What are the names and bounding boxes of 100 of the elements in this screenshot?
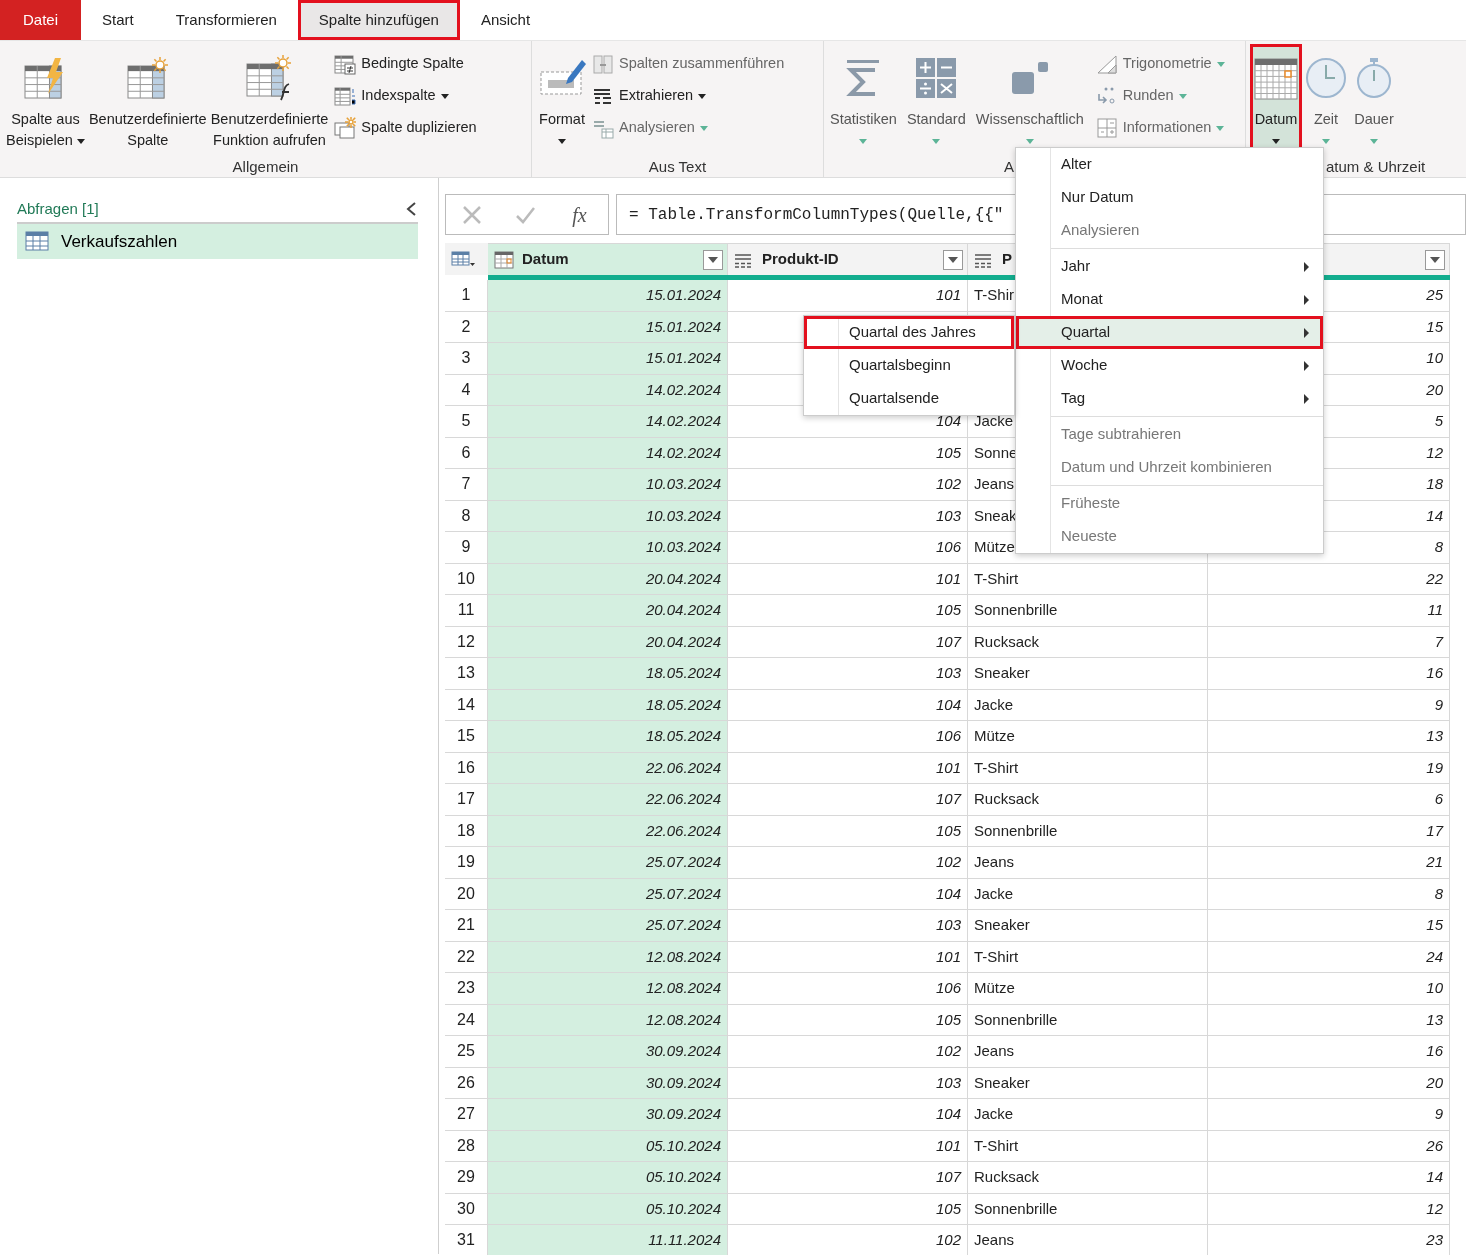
table-cell: 10.03.2024 xyxy=(488,469,728,501)
column-title: P xyxy=(1002,249,1012,270)
table-cell: 107 xyxy=(728,626,968,658)
group-label: A xyxy=(1004,157,1014,177)
table-cell: Jacke xyxy=(968,878,1208,910)
caret-icon xyxy=(859,138,868,144)
table-cell: Jeans xyxy=(968,847,1208,879)
table-cell: 7 xyxy=(1208,626,1450,658)
table-cell: 10 xyxy=(1208,973,1450,1005)
table-cell: Rucksack xyxy=(968,1162,1208,1194)
ribbon-button[interactable]: Format xyxy=(536,44,588,156)
caret-icon xyxy=(948,256,958,263)
column-filter-button[interactable] xyxy=(703,249,723,270)
ribbon-button[interactable]: Bedingte Spalte xyxy=(330,48,481,80)
table-cell: 25.07.2024 xyxy=(488,910,728,942)
ribbon-button[interactable]: Extrahieren xyxy=(588,80,789,112)
table-cell: 107 xyxy=(728,784,968,816)
submenu-arrow-icon xyxy=(1304,294,1309,305)
table-cell: 8 xyxy=(1208,878,1450,910)
table-cell: 23 xyxy=(1208,1225,1450,1255)
table-cell: 30.09.2024 xyxy=(488,1036,728,1068)
caret-icon xyxy=(1216,61,1225,67)
table-cell: 25.07.2024 xyxy=(488,878,728,910)
table-cell: 25.07.2024 xyxy=(488,847,728,879)
collapse-button[interactable] xyxy=(404,201,418,218)
table-cell: T-Shirt xyxy=(968,752,1208,784)
caret-icon xyxy=(699,125,708,131)
table-cell: Sonnenbrille xyxy=(968,1004,1208,1036)
column-filter-button[interactable] xyxy=(943,249,963,270)
table-cell: 107 xyxy=(728,1162,968,1194)
ribbon-tab[interactable]: Spalte hinzufügen xyxy=(297,0,460,40)
submenu-arrow-icon xyxy=(1304,393,1309,404)
table-cell: 15.01.2024 xyxy=(488,280,728,312)
table-cell: 13 xyxy=(1208,1004,1450,1036)
table-cell: 11 xyxy=(1208,595,1450,627)
ribbon-button[interactable]: Spalte aus Beispielen xyxy=(4,44,87,156)
ribbon-button[interactable]: Benutzerdefinierte Funktion aufrufen xyxy=(208,44,331,156)
column-header[interactable]: Datum xyxy=(488,243,728,275)
group-label: Allgemein xyxy=(232,157,299,177)
table-cell: 104 xyxy=(728,689,968,721)
table-cell: 16 xyxy=(1208,1036,1450,1068)
table-cell: 105 xyxy=(728,437,968,469)
merge-icon xyxy=(592,53,614,75)
table-cell: Rucksack xyxy=(968,784,1208,816)
table-cell: 106 xyxy=(728,532,968,564)
duplicate-icon xyxy=(334,117,357,139)
pane-title: Abfragen [1] xyxy=(17,199,99,219)
menu-item[interactable]: Nur Datum xyxy=(1016,181,1323,214)
table-cell: 105 xyxy=(728,1193,968,1225)
table-cell: 17 xyxy=(1208,815,1450,847)
table-cell: 05.10.2024 xyxy=(488,1193,728,1225)
query-item[interactable]: Verkaufszahlen xyxy=(17,223,418,259)
table-cell: 102 xyxy=(728,1225,968,1255)
table-cell: 104 xyxy=(728,878,968,910)
caret-icon xyxy=(1370,138,1378,144)
table-cell: 101 xyxy=(728,563,968,595)
table-cell: 20.04.2024 xyxy=(488,563,728,595)
table-cell: 21 xyxy=(1208,847,1450,879)
menu-item[interactable]: Quartalsbeginn xyxy=(804,349,1014,382)
table-cell: 30.09.2024 xyxy=(488,1099,728,1131)
info-grid-icon xyxy=(1095,117,1118,139)
table-cell: 101 xyxy=(728,941,968,973)
menu-item[interactable]: Jahr xyxy=(1016,250,1323,283)
table-cell: 24 xyxy=(1208,941,1450,973)
column-title: Datum xyxy=(522,249,569,270)
table-cell: 22.06.2024 xyxy=(488,752,728,784)
table-cell: 22.06.2024 xyxy=(488,815,728,847)
calculator-icon xyxy=(914,56,959,100)
table-cell: 103 xyxy=(728,1067,968,1099)
round-icon xyxy=(1095,85,1118,107)
submenu-arrow-icon xyxy=(1304,327,1309,338)
table-cell: 13 xyxy=(1208,721,1450,753)
table-cell: Jacke xyxy=(968,1099,1208,1131)
file-tab[interactable]: Datei xyxy=(0,0,81,40)
ribbon-button[interactable]: Spalte duplizieren xyxy=(330,112,481,144)
ribbon-button[interactable]: Indexspalte xyxy=(330,80,481,112)
table-cell: Jeans xyxy=(968,1225,1208,1255)
table-cell: 12.08.2024 xyxy=(488,1004,728,1036)
table-cell: 9 xyxy=(1208,1099,1450,1131)
table-cell: 19 xyxy=(1208,752,1450,784)
submenu-arrow-icon xyxy=(1304,261,1309,272)
menu-item[interactable]: Quartal xyxy=(1016,316,1323,349)
triangle-ruler-icon xyxy=(1095,53,1118,75)
table-formula-icon xyxy=(245,54,294,102)
table-cell: 12.08.2024 xyxy=(488,941,728,973)
table-cell: 05.10.2024 xyxy=(488,1130,728,1162)
function-button[interactable]: fx xyxy=(566,198,593,231)
table-cell: Sonnenbrille xyxy=(968,815,1208,847)
table-menu-button[interactable] xyxy=(445,243,488,275)
ribbon-button[interactable]: Benutzerdefinierte Spalte xyxy=(86,44,209,156)
column-header[interactable]: Produkt-ID xyxy=(728,243,968,275)
menu-item[interactable]: Quartal des Jahres xyxy=(804,316,1014,349)
table-cell: 15.01.2024 xyxy=(488,343,728,375)
table-cell: Jeans xyxy=(968,1036,1208,1068)
table-cell: 102 xyxy=(728,1036,968,1068)
table-cell: 15.01.2024 xyxy=(488,311,728,343)
submenu-arrow-icon xyxy=(1304,360,1309,371)
column-filter-button[interactable] xyxy=(1425,249,1445,270)
table-cell: 20.04.2024 xyxy=(488,595,728,627)
table-cell: Sonnenbrille xyxy=(968,595,1208,627)
